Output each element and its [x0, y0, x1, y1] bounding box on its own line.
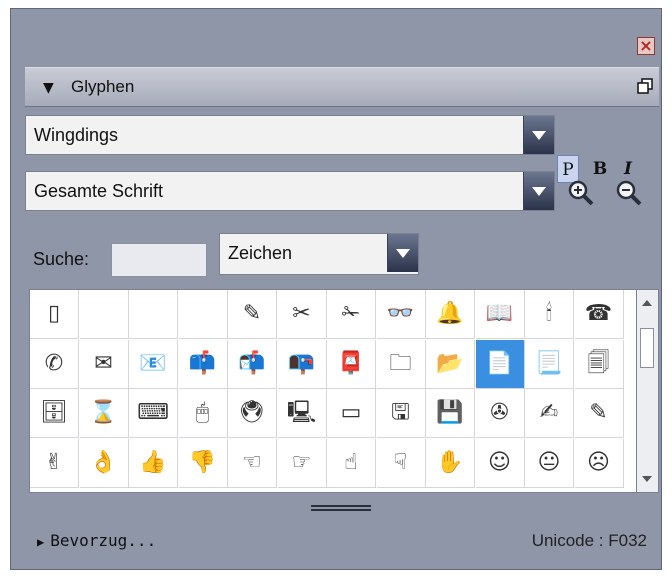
glyph-cell[interactable]: ✆: [30, 339, 79, 389]
scroll-down-icon[interactable]: [642, 476, 652, 482]
glyph-cell[interactable]: ☺: [475, 438, 525, 488]
chevron-down-icon[interactable]: [523, 172, 554, 210]
glyph-cell[interactable]: ☜: [228, 438, 277, 488]
glyph-cell[interactable]: 👌: [79, 438, 129, 488]
glyph-cell[interactable]: 🗄: [30, 389, 79, 438]
zoom-in-icon[interactable]: [567, 179, 595, 207]
subset-dropdown[interactable]: Gesamte Schrift: [25, 171, 555, 211]
glyph-cell[interactable]: 📫: [178, 339, 228, 389]
glyph-cell[interactable]: ✉: [79, 339, 129, 389]
glyph-cell[interactable]: 👎: [178, 438, 228, 488]
glyph-cell[interactable]: 📃: [525, 339, 574, 389]
favorites-label: Bevorzug...: [50, 531, 157, 550]
glyph-cell[interactable]: 🕯: [525, 290, 574, 339]
glyph-cell[interactable]: ✌: [30, 438, 79, 488]
glyph-cell[interactable]: ✍: [525, 389, 574, 438]
glyph-cell[interactable]: ☞: [277, 438, 327, 488]
glyph-cell[interactable]: [79, 290, 129, 339]
zoom-out-icon[interactable]: [615, 179, 643, 207]
font-family-dropdown[interactable]: Wingdings: [25, 115, 555, 155]
glyph-grid: ▯ ✎ ✂ ✁ 👓 🔔 📖 🕯 ☎ ✆ ✉ 📧 📫 📬 📭 📮 🗀 📂 📄 📃 🗐 🗄 ⌛ ⌨ 🖱 🖲 🖳 ▭ 🖫 💾 ✇ ✍ ✎ ✌ 👌 👍 👎 ☜ ☞ ☝…: [29, 289, 637, 493]
scroll-up-icon[interactable]: [642, 300, 652, 306]
glyph-cell[interactable]: 🗐: [574, 339, 624, 389]
glyph-grid-scrollbar[interactable]: [637, 289, 659, 493]
favorites-toggle[interactable]: ▶ Bevorzug...: [37, 531, 156, 550]
glyph-cell[interactable]: 📬: [228, 339, 277, 389]
unicode-status: Unicode : F032: [531, 531, 647, 550]
glyph-cell[interactable]: 📮: [327, 339, 376, 389]
glyph-cell[interactable]: [129, 290, 178, 339]
panel-title: Glyphen: [71, 77, 135, 96]
glyph-cell[interactable]: 📖: [475, 290, 525, 339]
glyph-cell[interactable]: [178, 290, 228, 339]
glyph-cell[interactable]: ▭: [327, 389, 376, 438]
glyph-cell[interactable]: ✎: [228, 290, 277, 339]
glyph-cell[interactable]: 📄: [475, 339, 525, 389]
glyph-cell[interactable]: 👍: [129, 438, 178, 488]
glyph-cell[interactable]: 🖱: [178, 389, 228, 438]
glyph-cell[interactable]: ✎: [574, 389, 624, 438]
glyph-cell[interactable]: 😐: [525, 438, 574, 488]
glyph-cell[interactable]: ✇: [475, 389, 525, 438]
float-panel-icon[interactable]: [637, 78, 653, 94]
subset-value: Gesamte Schrift: [34, 181, 164, 201]
glyph-cell[interactable]: 🖳: [277, 389, 327, 438]
glyph-cell[interactable]: ☎: [574, 290, 624, 339]
panel-header[interactable]: ▼ Glyphen: [25, 67, 659, 107]
expand-triangle-icon: ▶: [37, 535, 45, 549]
glyph-cell[interactable]: 💾: [426, 389, 475, 438]
glyph-cell[interactable]: 🖲: [228, 389, 277, 438]
glyph-cell[interactable]: ✋: [426, 438, 475, 488]
glyph-cell[interactable]: ✁: [327, 290, 376, 339]
glyph-cell[interactable]: ⌨: [129, 389, 178, 438]
glyph-cell[interactable]: 📭: [277, 339, 327, 389]
glyph-cell[interactable]: ▯: [30, 290, 79, 339]
glyphs-panel: × ▼ Glyphen Wingdings P B I Gesamte Schr…: [10, 8, 662, 570]
font-family-value: Wingdings: [34, 125, 119, 145]
glyph-cell[interactable]: ☹: [574, 438, 624, 488]
collapse-triangle-icon[interactable]: ▼: [43, 80, 54, 96]
glyph-cell[interactable]: ✂: [277, 290, 327, 339]
glyph-cell[interactable]: 🗀: [376, 339, 426, 389]
glyph-cell[interactable]: 🔔: [426, 290, 475, 339]
chevron-down-icon[interactable]: [387, 234, 418, 272]
search-label: Suche:: [33, 249, 90, 269]
search-mode-value: Zeichen: [228, 243, 293, 263]
resize-splitter[interactable]: [311, 505, 371, 511]
chevron-down-icon[interactable]: [523, 116, 554, 154]
glyph-cell[interactable]: ☝: [327, 438, 376, 488]
glyph-cell[interactable]: ⌛: [79, 389, 129, 438]
scroll-thumb[interactable]: [640, 328, 654, 368]
panel-titlebar: ×: [11, 9, 661, 63]
glyph-cell[interactable]: 📂: [426, 339, 475, 389]
search-input[interactable]: [111, 243, 207, 277]
search-mode-dropdown[interactable]: Zeichen: [219, 233, 419, 275]
glyph-cell[interactable]: 👓: [376, 290, 426, 339]
glyph-cell[interactable]: 🖫: [376, 389, 426, 438]
close-icon[interactable]: ×: [637, 37, 655, 55]
glyph-cell[interactable]: ☟: [376, 438, 426, 488]
glyph-cell[interactable]: 📧: [129, 339, 178, 389]
